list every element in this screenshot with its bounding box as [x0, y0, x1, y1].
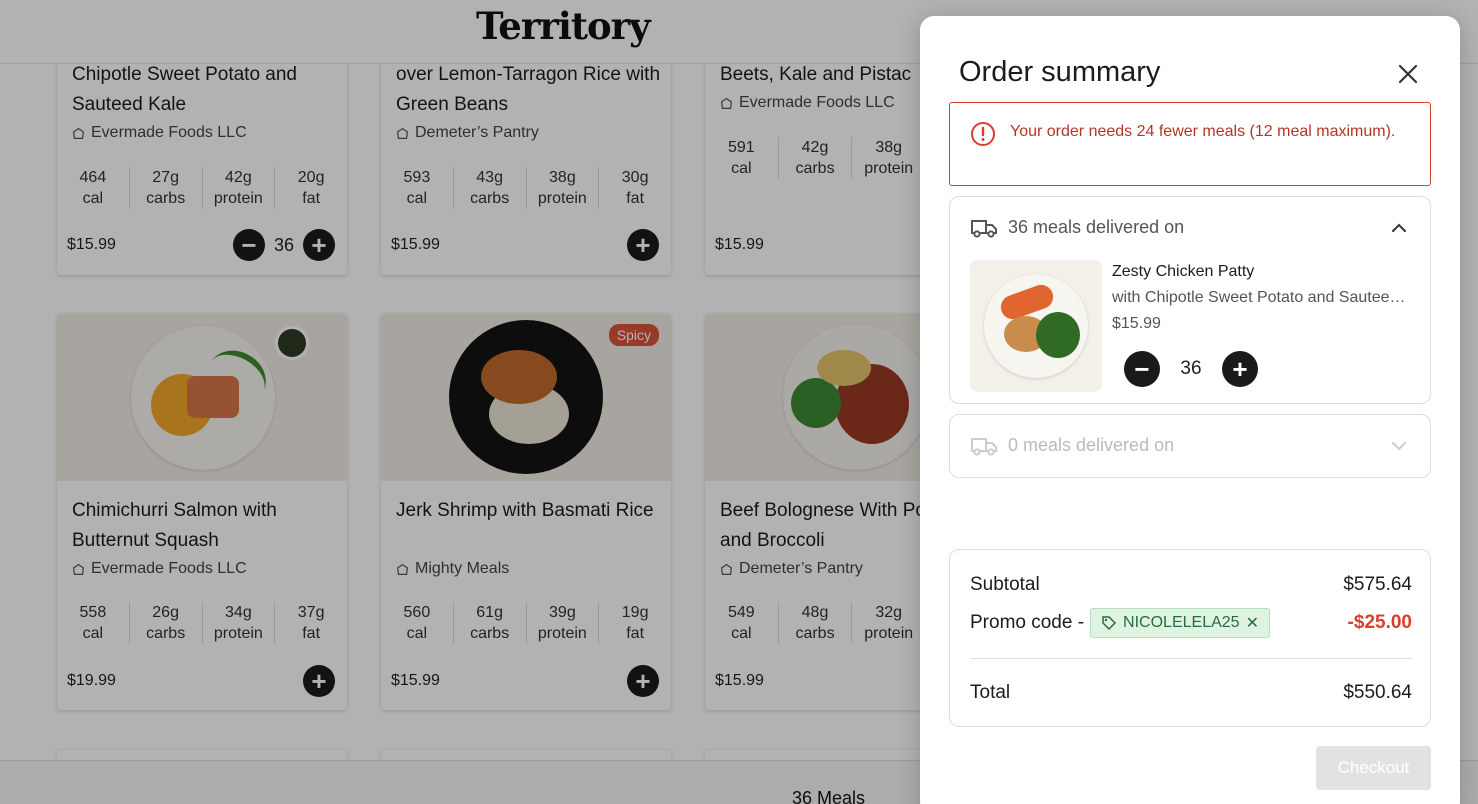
subtotal-label: Subtotal	[970, 574, 1040, 595]
warning-icon	[971, 122, 995, 146]
total-row: Total $550.64	[970, 682, 1412, 704]
chevron-up-icon[interactable]	[1390, 219, 1408, 237]
item-price: $15.99	[1112, 315, 1161, 332]
decrement-button[interactable]: −	[1124, 351, 1160, 387]
kale	[1036, 312, 1080, 358]
promo-row: Promo code - NICOLELELA25 ✕ -$25.00	[970, 608, 1412, 638]
subtotal-value: $575.64	[1343, 574, 1412, 595]
price-summary: Subtotal $575.64 Promo code - NICOLELELA…	[949, 549, 1431, 727]
promo-label: Promo code -	[970, 612, 1085, 633]
discount-value: -$25.00	[1347, 612, 1412, 633]
promo-chip[interactable]: NICOLELELA25 ✕	[1090, 608, 1270, 638]
remove-promo-icon[interactable]: ✕	[1246, 613, 1259, 633]
chevron-down-icon[interactable]	[1390, 437, 1408, 455]
delivery-group[interactable]: 0 meals delivered on	[949, 414, 1431, 478]
total-label: Total	[970, 682, 1011, 703]
checkout-button[interactable]: Checkout	[1316, 746, 1431, 790]
increment-button[interactable]: +	[1222, 351, 1258, 387]
delivery-label: 36 meals delivered on	[1008, 217, 1185, 237]
delivery-label: 0 meals delivered on	[1008, 435, 1175, 455]
tag-icon	[1102, 616, 1117, 631]
truck-icon	[971, 220, 997, 238]
divider	[970, 658, 1412, 659]
meal-thumbnail	[970, 260, 1102, 392]
promo-code: NICOLELELA25	[1123, 614, 1240, 631]
promo-left: Promo code - NICOLELELA25 ✕	[970, 608, 1270, 638]
quantity-value: 36	[1180, 358, 1202, 379]
item-name: Zesty Chicken Patty	[1112, 263, 1255, 280]
alert-message: Your order needs 24 fewer meals (12 meal…	[1010, 123, 1396, 140]
close-icon[interactable]	[1394, 60, 1422, 88]
subtotal-row: Subtotal $575.64	[970, 574, 1412, 596]
delivery-group: 36 meals delivered on Zesty Chicken Patt…	[949, 196, 1431, 404]
total-value: $550.64	[1343, 682, 1412, 703]
item-description: with Chipotle Sweet Potato and Sauteed K…	[1112, 289, 1412, 306]
order-summary-modal: Order summary Your order needs 24 fewer …	[920, 16, 1460, 804]
error-alert: Your order needs 24 fewer meals (12 meal…	[949, 102, 1431, 186]
quantity-stepper[interactable]: − 36 +	[1124, 351, 1258, 387]
modal-title: Order summary	[959, 56, 1161, 88]
truck-icon	[971, 438, 997, 456]
